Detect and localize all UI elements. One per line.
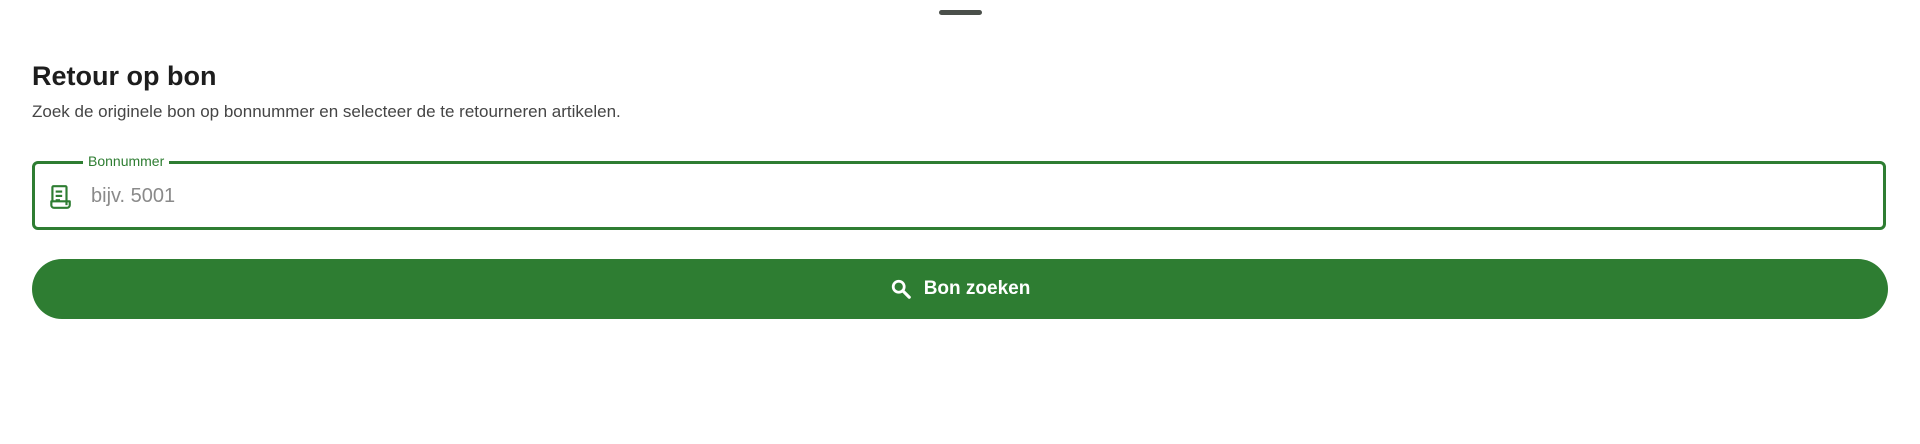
page-title: Retour op bon xyxy=(32,61,217,91)
sheet-drag-handle[interactable] xyxy=(939,10,982,15)
page-subtitle: Zoek de originele bon op bonnummer en se… xyxy=(32,102,621,121)
receipt-icon xyxy=(47,184,73,210)
search-icon xyxy=(890,278,912,300)
receipt-number-input[interactable] xyxy=(85,176,1877,216)
search-receipt-label: Bon zoeken xyxy=(923,278,1031,299)
search-receipt-button[interactable]: Bon zoeken xyxy=(32,259,1888,319)
receipt-number-label: Bonnummer xyxy=(83,152,170,170)
receipt-number-field[interactable]: Bonnummer xyxy=(32,152,1886,230)
